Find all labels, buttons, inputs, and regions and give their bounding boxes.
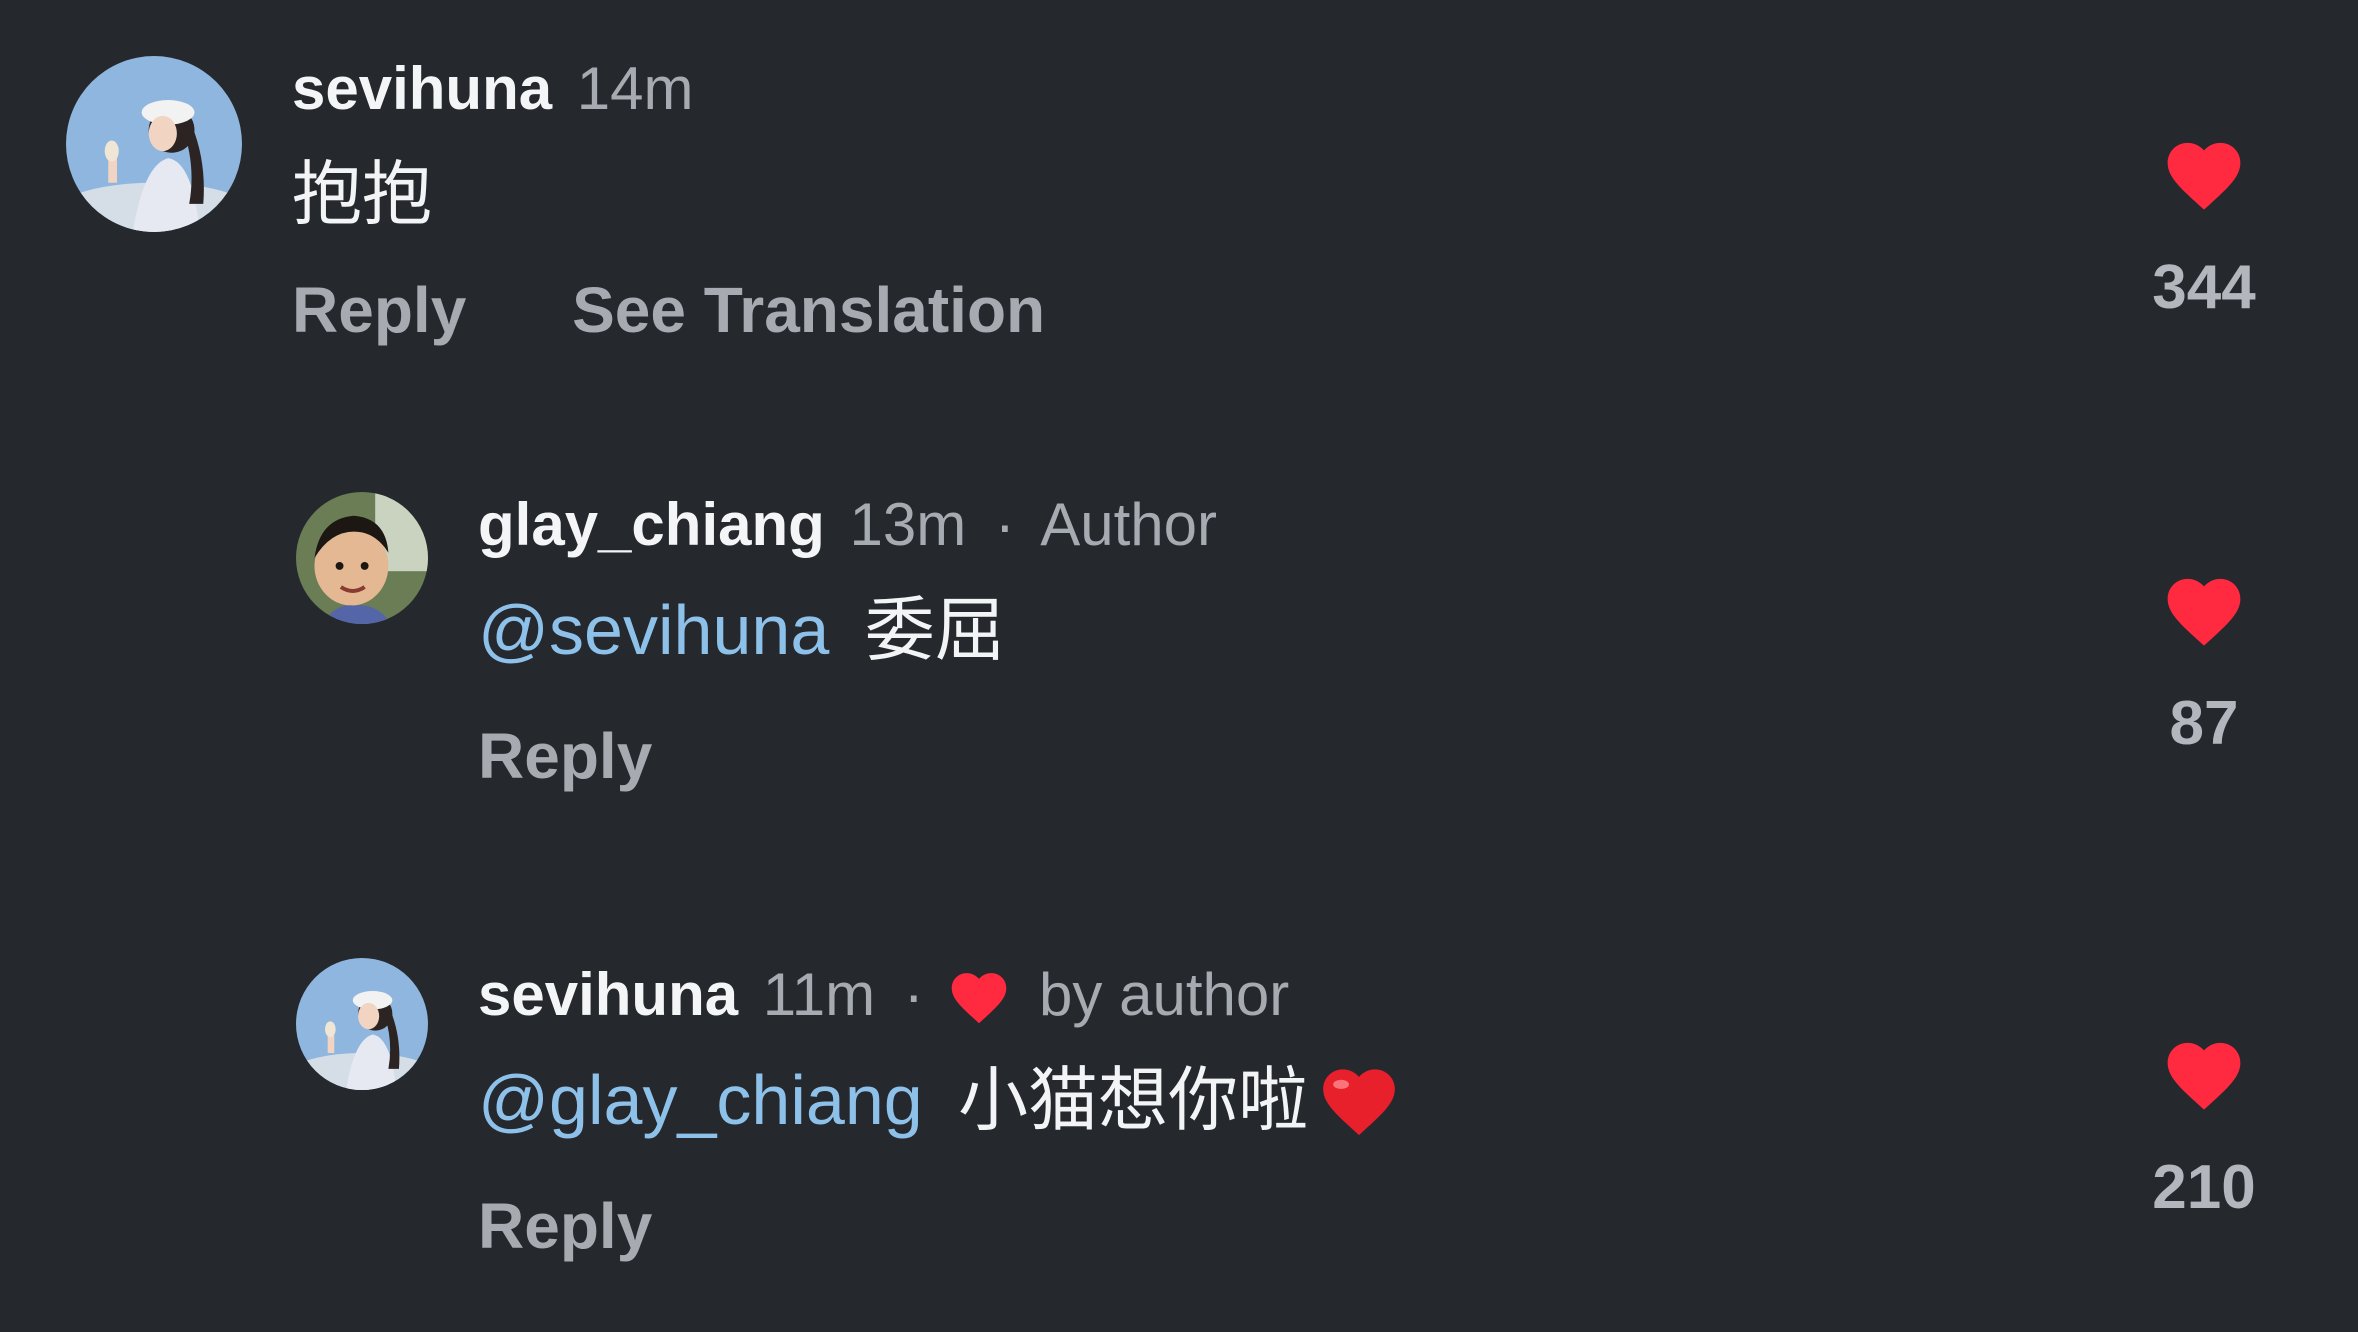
like-control: 87 bbox=[2104, 568, 2304, 760]
reply-button[interactable]: Reply bbox=[478, 718, 652, 794]
reply-button[interactable]: Reply bbox=[478, 1188, 652, 1264]
comment-body: 抱抱 bbox=[292, 155, 432, 233]
username[interactable]: sevihuna bbox=[478, 961, 738, 1028]
like-count: 344 bbox=[2152, 253, 2256, 322]
comment-meta: glay_chiang 13m · Author bbox=[478, 490, 1217, 560]
username[interactable]: sevihuna bbox=[292, 55, 552, 122]
avatar[interactable] bbox=[296, 492, 428, 624]
timestamp: 13m bbox=[849, 491, 967, 558]
comment-actions: Reply See Translation bbox=[292, 272, 1045, 348]
comment-text: 抱抱 bbox=[292, 152, 432, 236]
avatar-photo-sevihuna bbox=[66, 56, 242, 232]
timestamp: 14m bbox=[576, 55, 694, 122]
mention-link[interactable]: @sevihuna bbox=[478, 591, 829, 669]
comment-body: 委屈 bbox=[864, 591, 1005, 669]
heart-icon[interactable] bbox=[2159, 568, 2249, 648]
avatar[interactable] bbox=[66, 56, 242, 232]
heart-icon[interactable] bbox=[2159, 132, 2249, 212]
comment-meta: sevihuna 11m · by author bbox=[478, 960, 1289, 1030]
see-translation-button[interactable]: See Translation bbox=[572, 272, 1045, 348]
avatar[interactable] bbox=[296, 958, 428, 1090]
author-badge: Author bbox=[1040, 491, 1217, 558]
liked-by-author-heart-icon bbox=[946, 965, 1012, 1025]
avatar-photo-glay-chiang bbox=[296, 492, 428, 624]
reply-button[interactable]: Reply bbox=[292, 272, 466, 348]
timestamp: 11m bbox=[762, 961, 876, 1028]
comment-meta: sevihuna 14m bbox=[292, 54, 694, 124]
liked-by-author-label: by author bbox=[1039, 961, 1290, 1028]
comment-body: 小猫想你啦 bbox=[958, 1061, 1309, 1139]
heart-icon[interactable] bbox=[2159, 1032, 2249, 1112]
comment-actions: Reply bbox=[478, 1188, 652, 1264]
comment-text: @glay_chiang 小猫想你啦 bbox=[478, 1058, 1402, 1142]
comment-text: @sevihuna 委屈 bbox=[478, 588, 1005, 672]
red-heart-emoji-icon bbox=[1316, 1058, 1402, 1138]
like-control: 344 bbox=[2104, 132, 2304, 324]
separator: · bbox=[994, 491, 1015, 558]
like-count: 210 bbox=[2152, 1153, 2256, 1222]
mention-link[interactable]: @glay_chiang bbox=[478, 1061, 923, 1139]
separator: · bbox=[903, 961, 924, 1028]
like-count: 87 bbox=[2169, 689, 2239, 758]
username[interactable]: glay_chiang bbox=[478, 491, 825, 558]
comment-actions: Reply bbox=[478, 718, 652, 794]
avatar-photo-sevihuna bbox=[296, 958, 428, 1090]
like-control: 210 bbox=[2104, 1032, 2304, 1224]
